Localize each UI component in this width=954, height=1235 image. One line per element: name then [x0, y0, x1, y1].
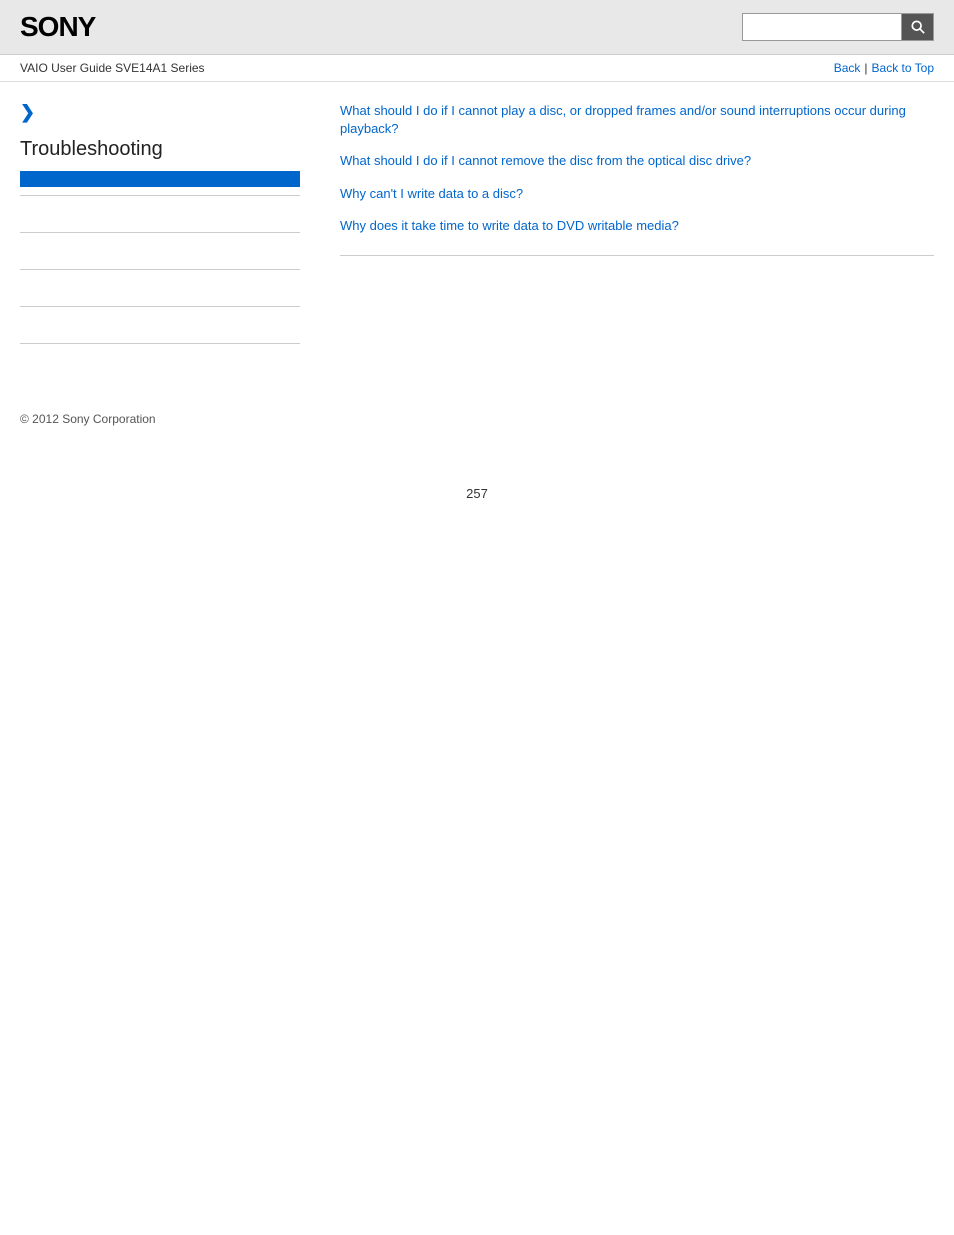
search-button[interactable] — [902, 13, 934, 41]
page-number: 257 — [0, 486, 954, 521]
back-link[interactable]: Back — [834, 61, 861, 75]
guide-title: VAIO User Guide SVE14A1 Series — [20, 61, 205, 75]
content-link-2[interactable]: What should I do if I cannot remove the … — [340, 153, 751, 168]
search-input[interactable] — [742, 13, 902, 41]
menu-divider-1 — [20, 195, 300, 196]
search-icon — [911, 20, 925, 34]
list-item: What should I do if I cannot remove the … — [340, 152, 934, 170]
main-content: ❯ Troubleshooting What should I do if I … — [0, 82, 954, 372]
content-divider — [340, 255, 934, 256]
sidebar: ❯ Troubleshooting — [20, 102, 320, 352]
copyright: © 2012 Sony Corporation — [20, 412, 156, 426]
menu-divider-4 — [20, 306, 300, 307]
menu-divider-5 — [20, 343, 300, 344]
nav-bar: VAIO User Guide SVE14A1 Series Back | Ba… — [0, 55, 954, 82]
back-to-top-link[interactable]: Back to Top — [872, 61, 934, 75]
content-links: What should I do if I cannot play a disc… — [340, 102, 934, 235]
right-content: What should I do if I cannot play a disc… — [320, 102, 934, 352]
menu-divider-2 — [20, 232, 300, 233]
list-item: Why does it take time to write data to D… — [340, 217, 934, 235]
search-area — [742, 13, 934, 41]
breadcrumb-arrow[interactable]: ❯ — [20, 102, 300, 123]
list-item: Why can't I write data to a disc? — [340, 185, 934, 203]
nav-links: Back | Back to Top — [834, 61, 934, 75]
section-title: Troubleshooting — [20, 138, 300, 161]
footer: © 2012 Sony Corporation — [0, 392, 954, 446]
nav-separator: | — [864, 61, 867, 75]
sony-logo: SONY — [20, 11, 95, 43]
list-item: What should I do if I cannot play a disc… — [340, 102, 934, 138]
menu-divider-3 — [20, 269, 300, 270]
content-link-3[interactable]: Why can't I write data to a disc? — [340, 186, 523, 201]
content-link-4[interactable]: Why does it take time to write data to D… — [340, 218, 679, 233]
content-link-1[interactable]: What should I do if I cannot play a disc… — [340, 103, 906, 136]
sidebar-dividers — [20, 195, 300, 344]
active-menu-item[interactable] — [20, 171, 300, 187]
header: SONY — [0, 0, 954, 55]
